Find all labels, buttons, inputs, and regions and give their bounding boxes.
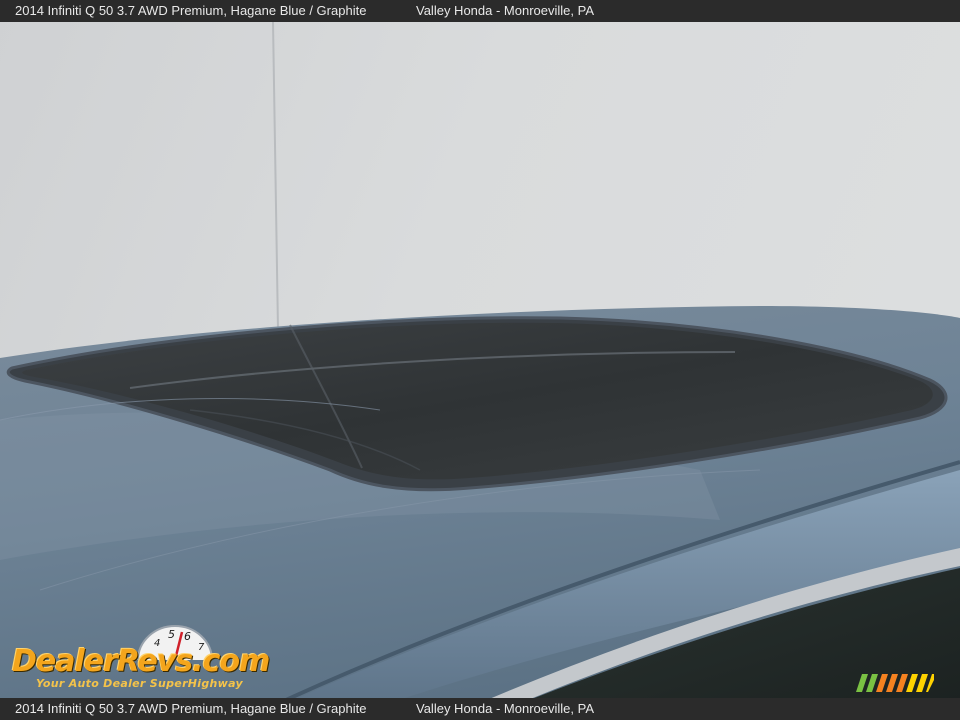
svg-text:5: 5 bbox=[168, 628, 175, 641]
logo-tagline: Your Auto Dealer SuperHighway bbox=[36, 677, 243, 690]
dealer-caption: Valley Honda - Monroeville, PA bbox=[416, 3, 594, 18]
dealerrevs-logo: 4 5 6 7 DealerRevs.com Your Auto Dealer … bbox=[10, 622, 270, 694]
caption-bar-top: 2014 Infiniti Q 50 3.7 AWD Premium, Haga… bbox=[0, 0, 960, 22]
svg-text:6: 6 bbox=[184, 630, 191, 643]
speed-stripes-icon bbox=[856, 674, 934, 692]
vehicle-caption-bottom: 2014 Infiniti Q 50 3.7 AWD Premium, Haga… bbox=[15, 701, 367, 716]
vehicle-caption: 2014 Infiniti Q 50 3.7 AWD Premium, Haga… bbox=[15, 3, 367, 18]
photo-frame: 2014 Infiniti Q 50 3.7 AWD Premium, Haga… bbox=[0, 0, 960, 720]
caption-bar-bottom: 2014 Infiniti Q 50 3.7 AWD Premium, Haga… bbox=[0, 698, 960, 720]
dealer-caption-bottom: Valley Honda - Monroeville, PA bbox=[416, 701, 594, 716]
car-roof-photo bbox=[0, 0, 960, 720]
logo-text: DealerRevs.com bbox=[12, 644, 270, 679]
